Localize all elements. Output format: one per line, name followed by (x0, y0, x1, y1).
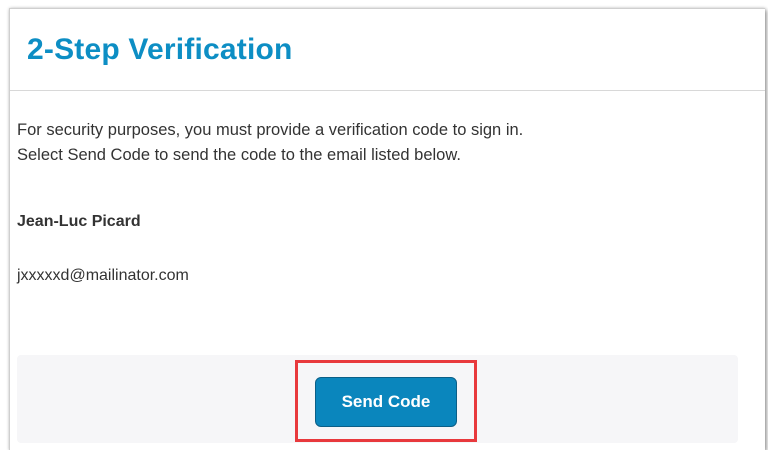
send-code-button[interactable]: Send Code (315, 377, 457, 427)
user-name: Jean-Luc Picard (17, 213, 141, 230)
page: 2-Step Verification For security purpose… (0, 0, 768, 450)
instructions-line-2: Select Send Code to send the code to the… (17, 146, 461, 164)
user-email: jxxxxxd@mailinator.com (17, 267, 189, 284)
card-header: 2-Step Verification (10, 9, 765, 91)
instructions: For security purposes, you must provide … (17, 118, 742, 168)
instructions-line-1: For security purposes, you must provide … (17, 121, 524, 139)
page-title: 2-Step Verification (27, 33, 293, 66)
